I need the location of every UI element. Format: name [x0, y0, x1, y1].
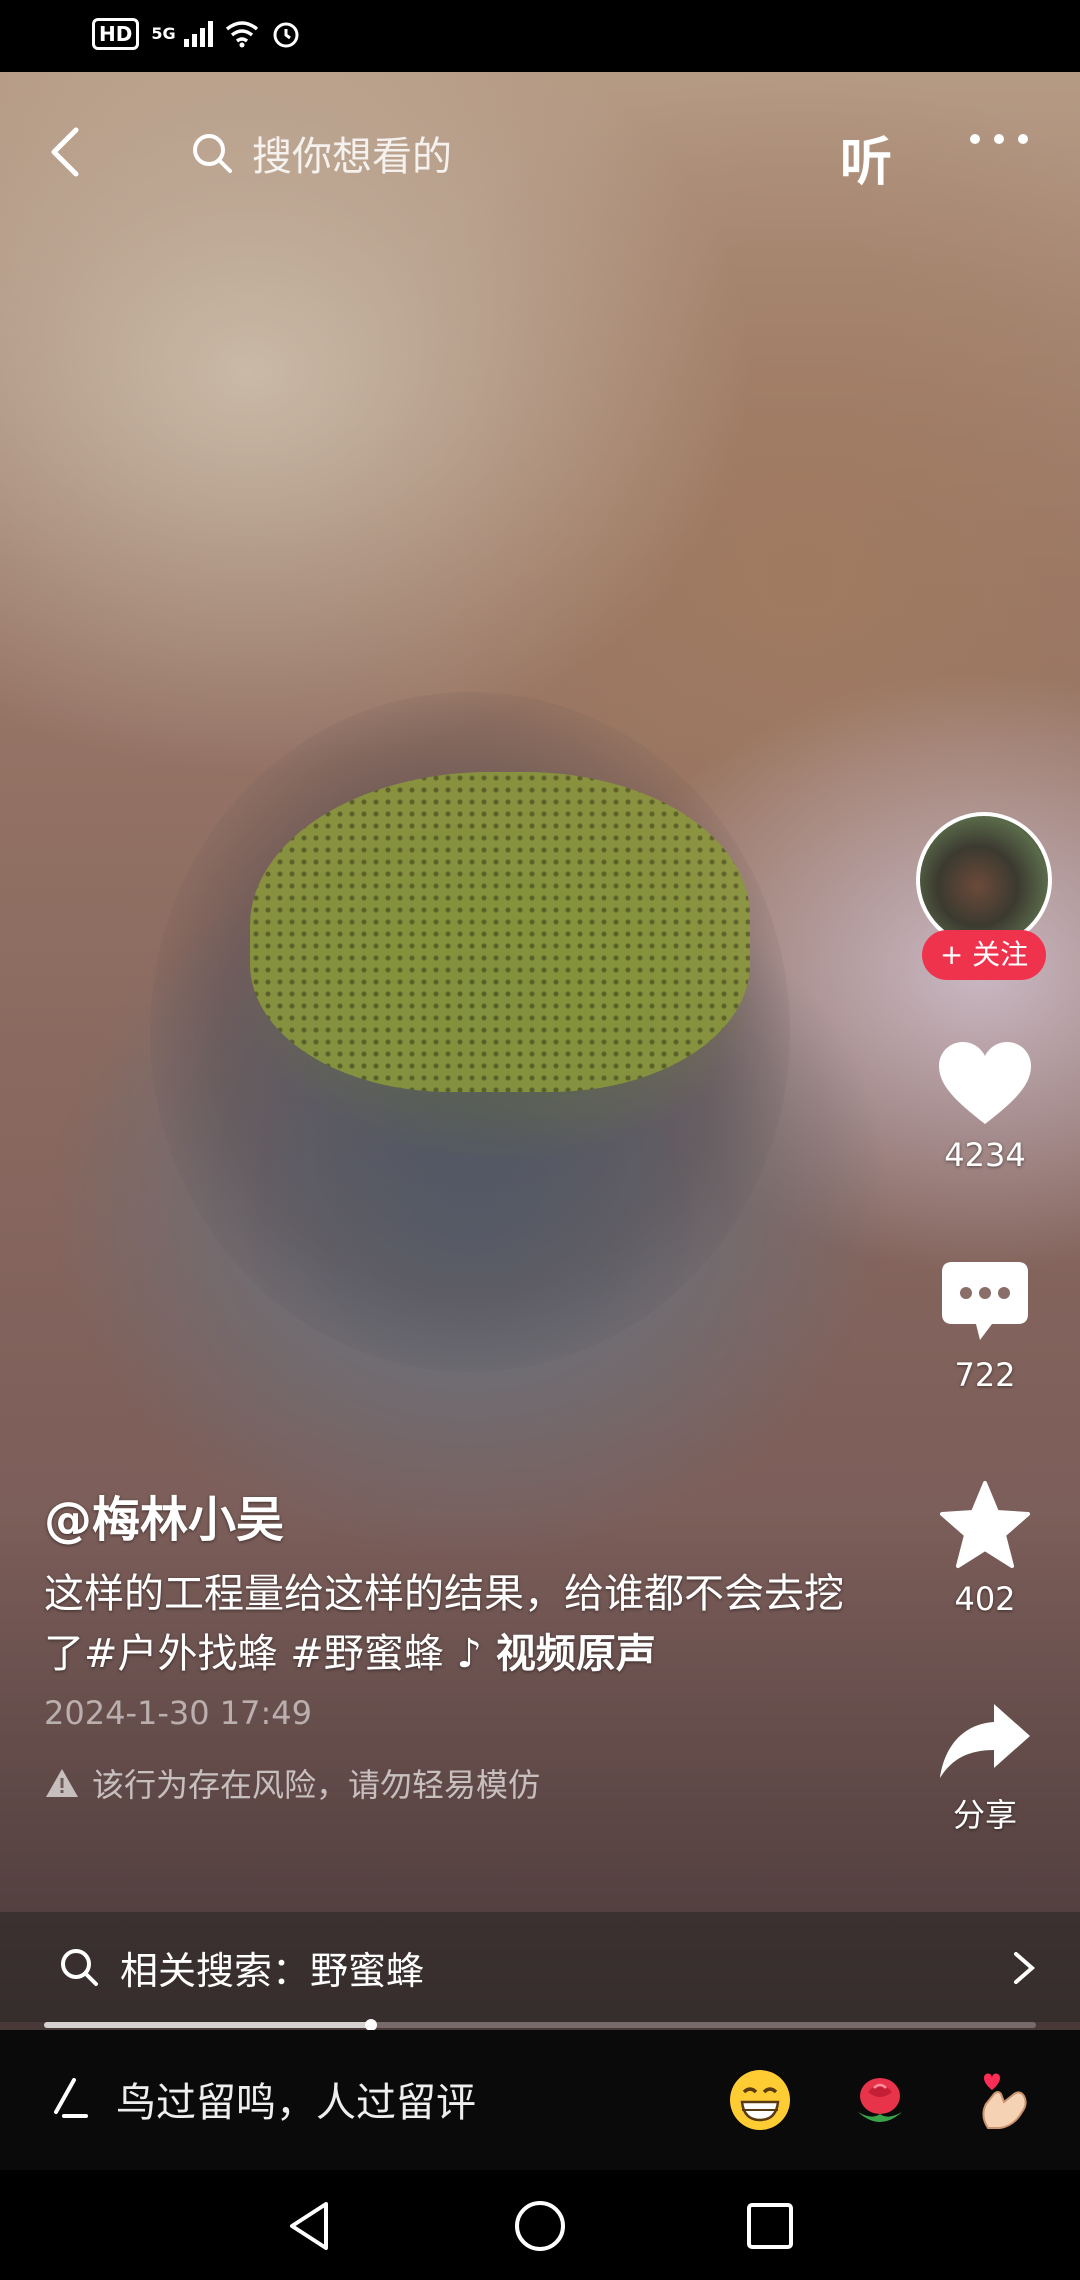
- risk-warning: 该行为存在风险，请勿轻易模仿: [44, 1760, 844, 1806]
- heart-icon: [939, 1042, 1031, 1124]
- status-indicators: HD 5G: [92, 18, 301, 50]
- back-button[interactable]: [40, 122, 100, 182]
- hd-badge: HD: [92, 18, 140, 50]
- post-date: 2024-1-30 17:49: [44, 1694, 312, 1732]
- music-link[interactable]: ♪ 视频原声: [456, 1631, 655, 1677]
- network-type: 5G: [151, 24, 176, 43]
- comment-button[interactable]: 722: [910, 1260, 1060, 1394]
- comment-icon: [942, 1262, 1028, 1340]
- comment-input-bar: 鸟过留鸣，人过留评: [0, 2030, 1080, 2170]
- favorite-button[interactable]: 402: [910, 1480, 1060, 1618]
- pen-icon: [54, 2078, 88, 2118]
- back-icon: [51, 127, 79, 177]
- nav-home-icon[interactable]: [512, 2198, 568, 2254]
- nav-back-icon[interactable]: [282, 2198, 338, 2254]
- wifi-icon: [225, 21, 258, 48]
- search-icon: [61, 1949, 98, 1986]
- comment-count: 722: [954, 1356, 1016, 1394]
- listen-button[interactable]: 听: [840, 120, 892, 195]
- search-placeholder: 搜你想看的: [252, 134, 452, 180]
- nav-recent-icon[interactable]: [742, 2198, 798, 2254]
- warning-text: 该行为存在风险，请勿轻易模仿: [92, 1766, 541, 1804]
- search-icon: [193, 134, 232, 173]
- like-button[interactable]: 4234: [910, 1040, 1060, 1174]
- like-count: 4234: [944, 1136, 1026, 1174]
- related-search-bar[interactable]: 相关搜索：野蜜蜂: [0, 1912, 1080, 2022]
- caption: @梅林小吴 这样的工程量给这样的结果，给谁都不会去挖了#户外找蜂 #野蜜蜂 ♪ …: [44, 1480, 844, 1806]
- finger-heart-emoji-icon[interactable]: [970, 2068, 1034, 2132]
- share-button[interactable]: 分享: [910, 1700, 1060, 1836]
- system-nav-bar: [0, 2170, 1080, 2280]
- more-icon[interactable]: [970, 134, 1028, 144]
- video-description: 这样的工程量给这样的结果，给谁都不会去挖了#户外找蜂 #野蜜蜂 ♪ 视频原声: [44, 1564, 844, 1684]
- comment-input[interactable]: 鸟过留鸣，人过留评: [116, 2070, 476, 2128]
- share-label: 分享: [952, 1796, 1017, 1834]
- share-icon: [940, 1704, 1030, 1778]
- chevron-right-icon: [1014, 1952, 1036, 1984]
- warning-icon: [46, 1769, 78, 1797]
- author-handle[interactable]: @梅林小吴: [44, 1480, 844, 1550]
- related-search-text: 相关搜索：野蜜蜂: [120, 1948, 425, 1993]
- description-text: 这样的工程量给这样的结果，给谁都不会去挖了#户外找蜂 #野蜜蜂: [44, 1571, 844, 1677]
- rose-emoji-icon[interactable]: [848, 2068, 912, 2132]
- status-bar: HD 5G: [0, 0, 1080, 72]
- favorite-count: 402: [954, 1580, 1016, 1618]
- progress-fill: [44, 2022, 372, 2028]
- video-frame-honeycomb: [250, 772, 750, 1092]
- top-bar: 搜你想看的 听: [0, 110, 1080, 200]
- star-icon: [940, 1481, 1030, 1568]
- alarm-icon: [273, 22, 299, 48]
- search-box[interactable]: 搜你想看的: [190, 118, 452, 188]
- progress-bar[interactable]: [44, 2019, 1036, 2031]
- grin-emoji-icon[interactable]: [728, 2068, 792, 2132]
- avatar[interactable]: [916, 812, 1052, 948]
- follow-button[interactable]: + 关注: [922, 930, 1046, 980]
- signal-icon: [183, 21, 213, 47]
